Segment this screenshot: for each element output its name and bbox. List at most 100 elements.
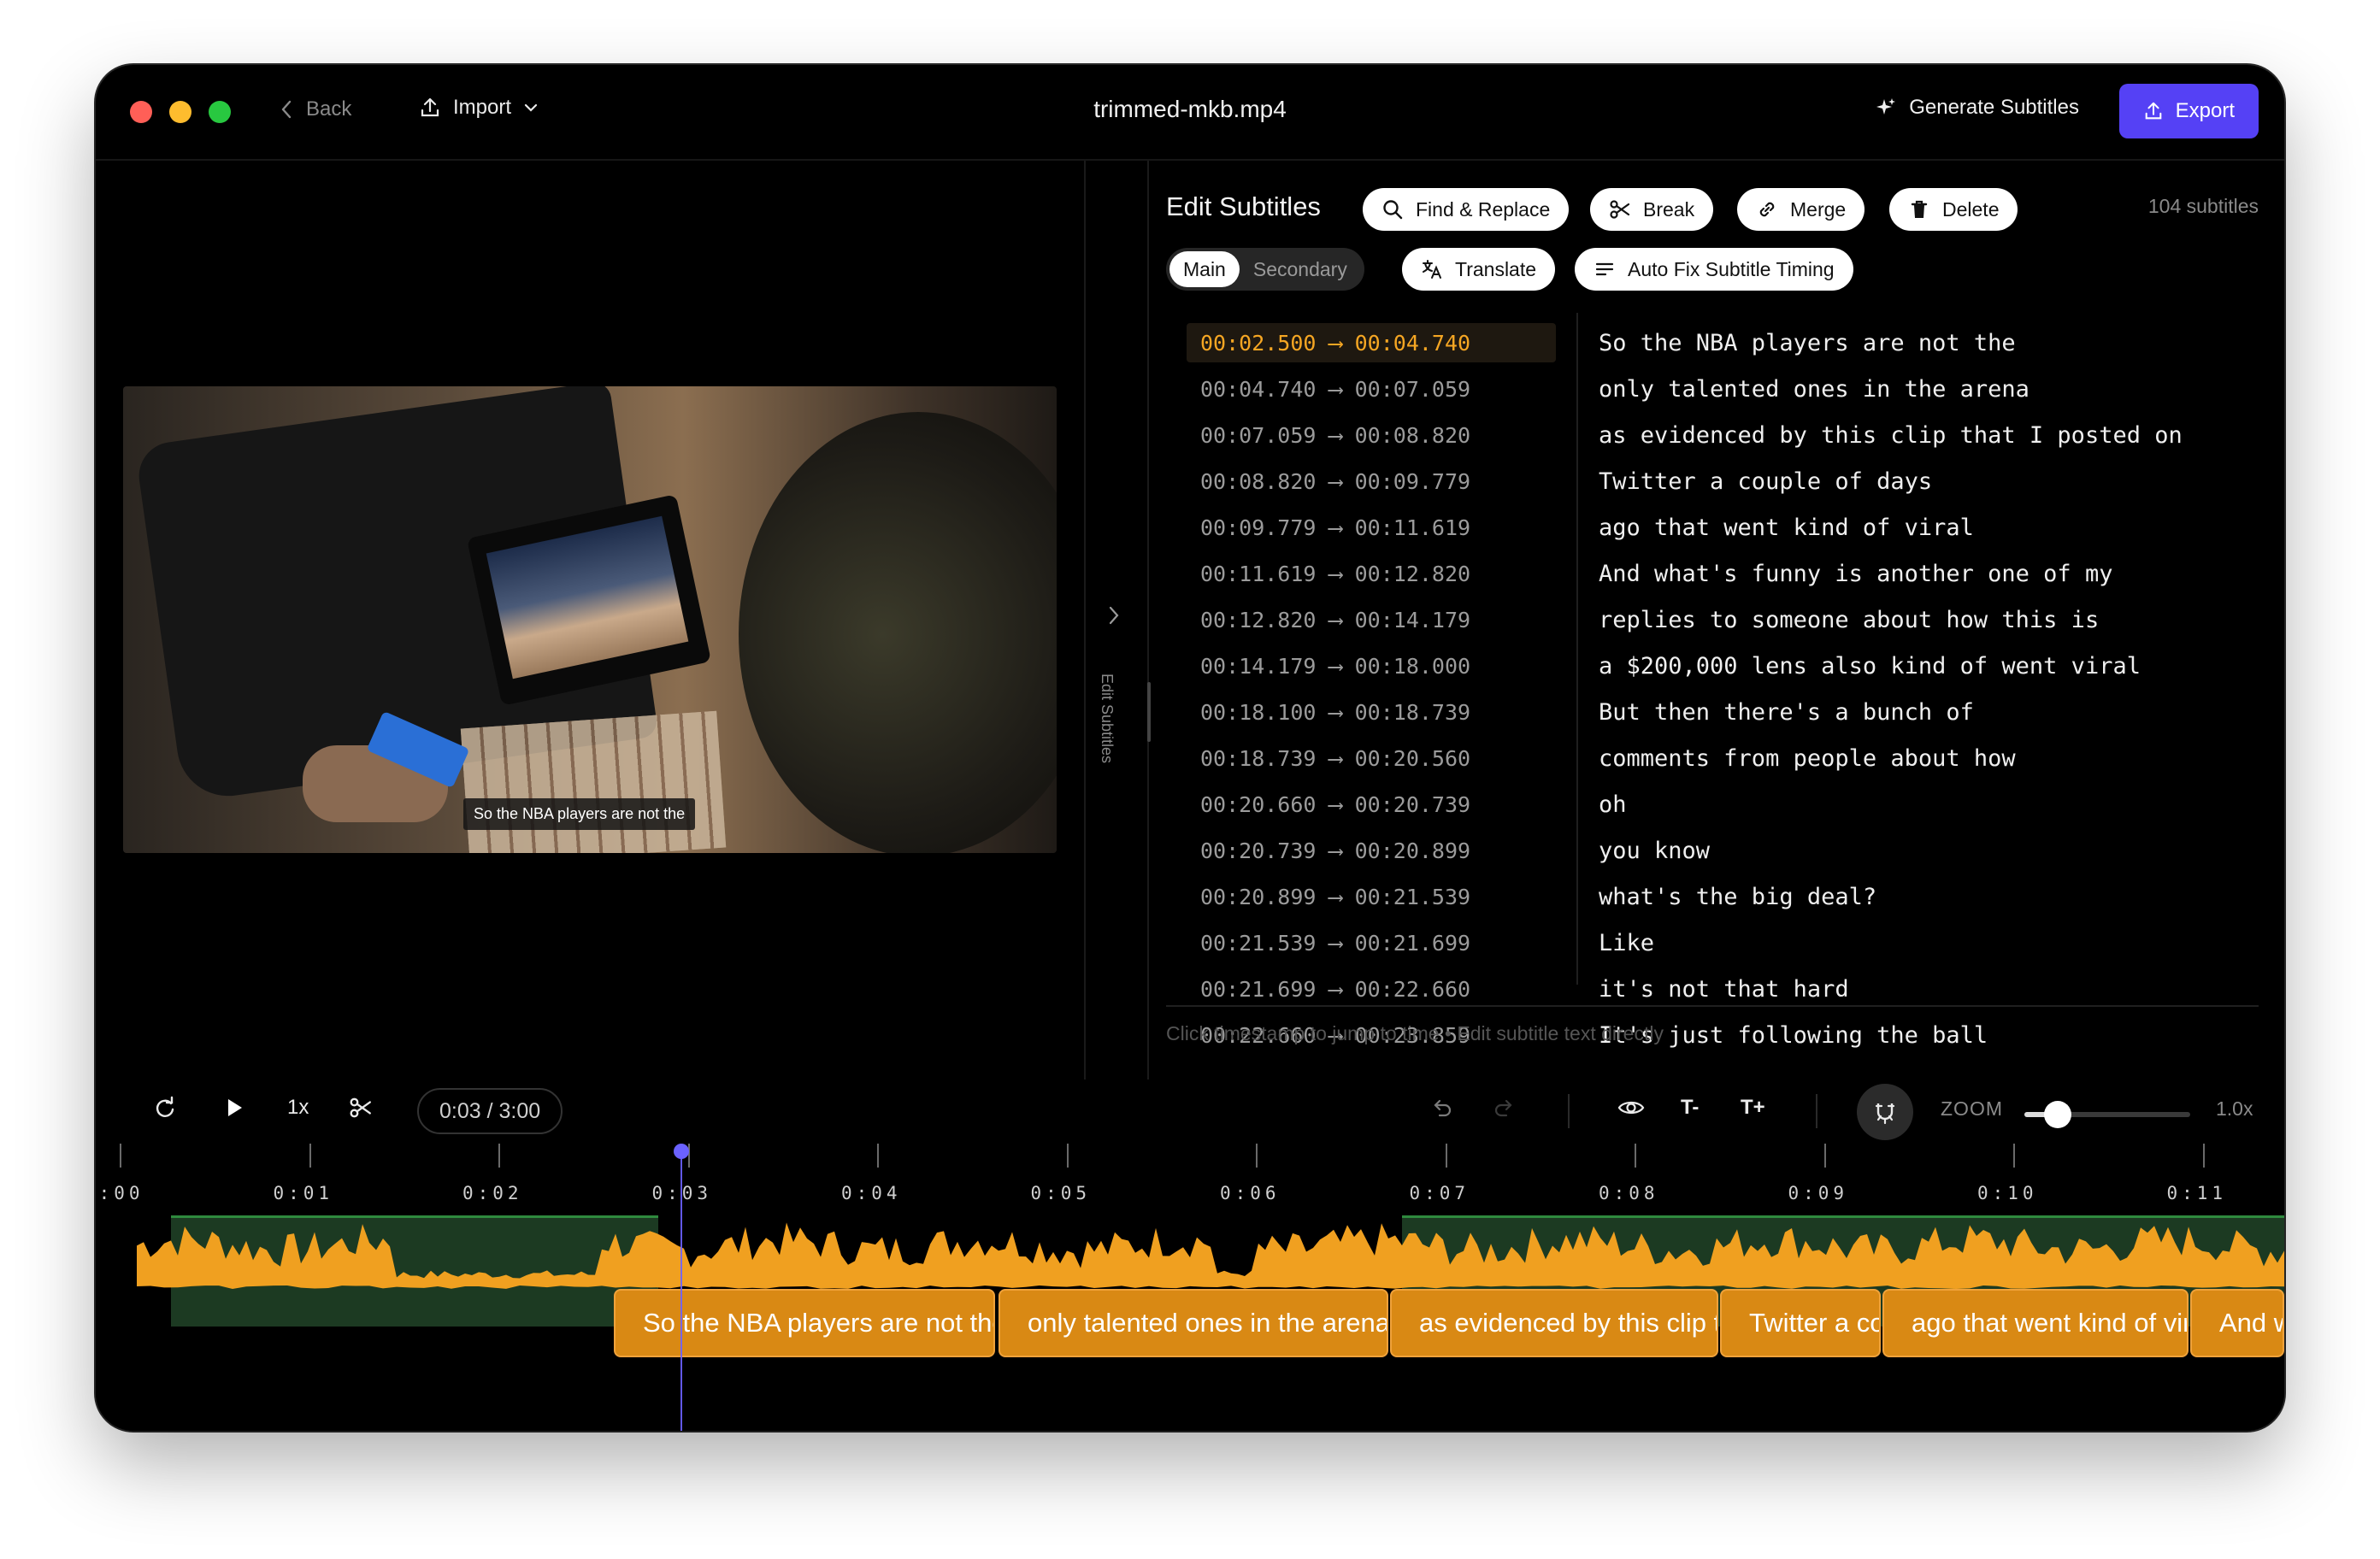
subtitle-timestamp[interactable]: 00:20.899 ⟶ 00:21.539 xyxy=(1187,877,1556,916)
subtitle-timestamp[interactable]: 00:18.739 ⟶ 00:20.560 xyxy=(1187,738,1556,778)
playhead-handle[interactable] xyxy=(674,1144,689,1159)
subtitle-row: 00:20.739 ⟶ 00:20.899 you know xyxy=(1187,831,2255,870)
subtitle-clip[interactable]: And what's funny is another one of my xyxy=(2190,1289,2284,1357)
subtitle-timestamp[interactable]: 00:11.619 ⟶ 00:12.820 xyxy=(1187,554,1556,593)
decrease-text-size-button[interactable]: T- xyxy=(1681,1082,1699,1133)
trash-icon xyxy=(1911,200,1928,218)
chevron-down-icon xyxy=(524,103,538,112)
subtitle-timestamp[interactable]: 00:04.740 ⟶ 00:07.059 xyxy=(1187,369,1556,409)
subtitle-timestamp[interactable]: 00:09.779 ⟶ 00:11.619 xyxy=(1187,508,1556,547)
subtitle-timestamp[interactable]: 00:20.739 ⟶ 00:20.899 xyxy=(1187,831,1556,870)
break-button[interactable]: Break xyxy=(1590,188,1714,231)
scissors-icon xyxy=(350,1097,371,1118)
panel-title: Edit Subtitles xyxy=(1166,191,1321,221)
subtitle-row: 00:11.619 ⟶ 00:12.820 And what's funny is… xyxy=(1187,554,2255,593)
generate-subtitles-label: Generate Subtitles xyxy=(1909,96,2079,119)
tab-main[interactable]: Main xyxy=(1169,251,1240,287)
magnet-icon xyxy=(1875,1103,1895,1125)
close-window-button[interactable] xyxy=(130,101,152,123)
undo-button[interactable] xyxy=(1429,1082,1455,1133)
subtitle-timestamp[interactable]: 00:21.539 ⟶ 00:21.699 xyxy=(1187,923,1556,962)
translate-button[interactable]: Translate xyxy=(1402,248,1556,291)
redo-button[interactable] xyxy=(1491,1082,1517,1133)
video-frame-figure xyxy=(739,412,1057,853)
play-button[interactable] xyxy=(224,1082,244,1133)
speed-button[interactable]: 1x xyxy=(287,1082,309,1133)
playhead[interactable] xyxy=(680,1150,682,1431)
subtitle-timestamp[interactable]: 00:21.699 ⟶ 00:22.660 xyxy=(1187,969,1556,1009)
subtitle-text[interactable]: ago that went kind of viral xyxy=(1599,508,1974,547)
find-replace-button[interactable]: Find & Replace xyxy=(1363,188,1570,231)
zoom-slider[interactable] xyxy=(2024,1101,2190,1128)
ruler-label: 0:07 xyxy=(1409,1183,1470,1203)
break-label: Break xyxy=(1643,197,1695,221)
toolbar-separator xyxy=(1816,1094,1817,1128)
ruler-tick xyxy=(309,1144,311,1168)
subtitle-text[interactable]: But then there's a bunch of xyxy=(1599,692,1974,732)
subtitle-text[interactable]: what's the big deal? xyxy=(1599,877,1876,916)
subtitle-text[interactable]: only talented ones in the arena xyxy=(1599,369,2029,409)
subtitle-timestamp[interactable]: 00:08.820 ⟶ 00:09.779 xyxy=(1187,462,1556,501)
increase-text-size-button[interactable]: T+ xyxy=(1741,1082,1765,1133)
subtitle-row: 00:18.100 ⟶ 00:18.739 But then there's a … xyxy=(1187,692,2255,732)
merge-button[interactable]: Merge xyxy=(1737,188,1865,231)
zoom-window-button[interactable] xyxy=(209,101,231,123)
subtitle-text[interactable]: Like xyxy=(1599,923,1654,962)
subtitle-timestamp[interactable]: 00:20.660 ⟶ 00:20.739 xyxy=(1187,785,1556,824)
generate-subtitles-button[interactable]: Generate Subtitles xyxy=(1875,96,2079,120)
subtitle-text[interactable]: And what's funny is another one of my xyxy=(1599,554,2112,593)
subtitle-timestamp[interactable]: 00:14.179 ⟶ 00:18.000 xyxy=(1187,646,1556,685)
subtitle-text[interactable]: as evidenced by this clip that I posted … xyxy=(1599,415,2183,455)
ruler-tick xyxy=(877,1144,879,1168)
delete-label: Delete xyxy=(1942,197,2000,221)
ruler-tick xyxy=(120,1144,121,1168)
subtitle-text[interactable]: replies to someone about how this is xyxy=(1599,600,2099,639)
subtitle-text[interactable]: you know xyxy=(1599,831,1710,870)
export-button[interactable]: Export xyxy=(2118,84,2259,138)
auto-fix-label: Auto Fix Subtitle Timing xyxy=(1628,257,1835,280)
subtitle-clip[interactable]: ago that went kind of viral xyxy=(1882,1289,2189,1357)
ruler-tick xyxy=(1256,1144,1258,1168)
ruler-tick xyxy=(1445,1144,1447,1168)
collapse-label: Edit Subtitles xyxy=(1099,674,1116,764)
subtitle-clip[interactable]: So the NBA players are not the xyxy=(614,1289,995,1357)
toggle-preview-button[interactable] xyxy=(1617,1082,1645,1133)
speech-region-edge xyxy=(171,1215,658,1218)
auto-fix-timing-button[interactable]: Auto Fix Subtitle Timing xyxy=(1575,248,1853,291)
subtitle-text[interactable]: it's not that hard xyxy=(1599,969,1849,1009)
back-button[interactable]: Back xyxy=(280,97,351,121)
subtitle-clip[interactable]: only talented ones in the arena xyxy=(999,1289,1388,1357)
ruler-label: 0:00 xyxy=(96,1183,144,1203)
zoom-value: 1.0x xyxy=(2216,1097,2253,1120)
subtitle-timestamp[interactable]: 00:02.500 ⟶ 00:04.740 xyxy=(1187,323,1556,362)
zoom-slider-thumb[interactable] xyxy=(2043,1101,2071,1128)
subtitle-timestamp[interactable]: 00:07.059 ⟶ 00:08.820 xyxy=(1187,415,1556,455)
subtitle-timestamp[interactable]: 00:12.820 ⟶ 00:14.179 xyxy=(1187,600,1556,639)
subtitle-row: 00:21.699 ⟶ 00:22.660 it's not that hard xyxy=(1187,969,2255,1009)
loop-button[interactable] xyxy=(152,1082,178,1133)
resize-handle[interactable] xyxy=(1147,682,1151,742)
subtitle-timestamp[interactable]: 00:18.100 ⟶ 00:18.739 xyxy=(1187,692,1556,732)
subtitle-row: 00:20.660 ⟶ 00:20.739 oh xyxy=(1187,785,2255,824)
subtitle-text[interactable]: oh xyxy=(1599,785,1627,824)
snap-toggle-button[interactable] xyxy=(1857,1084,1913,1140)
minimize-window-button[interactable] xyxy=(169,101,191,123)
subtitle-text[interactable]: a $200,000 lens also kind of went viral xyxy=(1599,646,2141,685)
ruler-label: 0:02 xyxy=(462,1183,523,1203)
subtitle-text[interactable]: So the NBA players are not the xyxy=(1599,323,2016,362)
subtitle-text[interactable]: Twitter a couple of days xyxy=(1599,462,1932,501)
time-display: 0:03 / 3:00 xyxy=(417,1088,563,1134)
trim-button[interactable] xyxy=(349,1082,373,1133)
upload-icon xyxy=(421,97,439,117)
subtitle-panel-toggle[interactable]: Edit Subtitles xyxy=(1084,161,1151,1080)
video-preview[interactable]: So the NBA players are not the xyxy=(123,386,1057,853)
ruler-tick xyxy=(1066,1144,1069,1168)
subtitle-clip[interactable]: Twitter a couple of days xyxy=(1720,1289,1881,1357)
ruler-tick xyxy=(2202,1144,2205,1168)
ruler-tick xyxy=(2013,1144,2015,1168)
import-button[interactable]: Import xyxy=(419,96,539,120)
subtitle-text[interactable]: comments from people about how xyxy=(1599,738,2016,778)
tab-secondary[interactable]: Secondary xyxy=(1240,251,1361,287)
delete-button[interactable]: Delete xyxy=(1889,188,2018,231)
subtitle-clip[interactable]: as evidenced by this clip that I posted … xyxy=(1390,1289,1718,1357)
